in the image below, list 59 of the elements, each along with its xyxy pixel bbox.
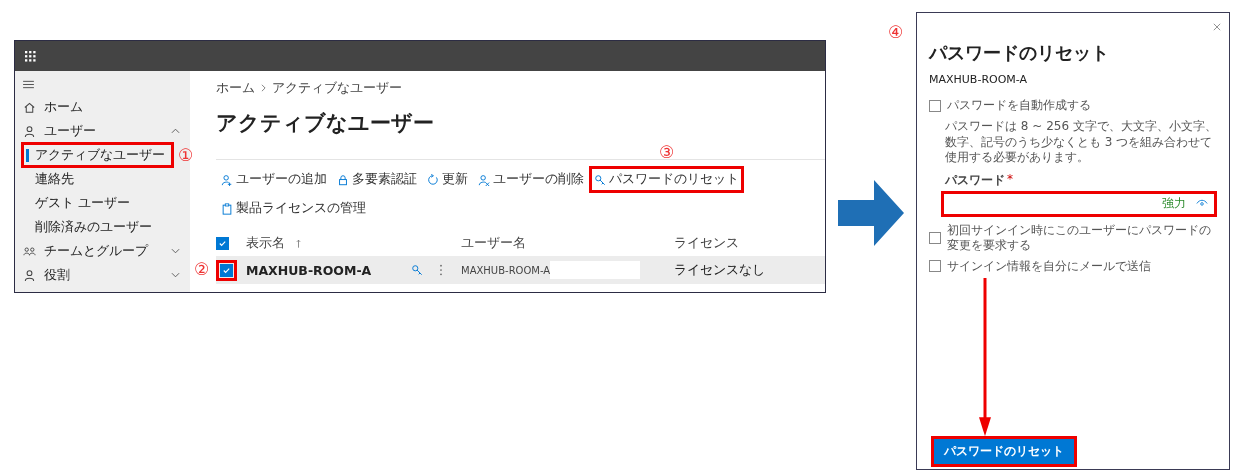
lock-icon xyxy=(337,173,349,186)
required-mark: * xyxy=(1007,171,1013,188)
table-cell-text: ライセンスなし xyxy=(674,261,766,279)
nav-subitem[interactable]: 削除済みのユーザー xyxy=(21,214,161,240)
password-rules-text: パスワードは 8 ~ 256 文字で、大文字、小文字、数字、記号のうち少なくとも 3 つを組み合わせて使用する必要があります。 xyxy=(945,119,1217,166)
checkmark-icon xyxy=(218,238,227,248)
checkbox[interactable] xyxy=(216,236,229,250)
clipboard-icon xyxy=(221,202,233,215)
checkmark-icon xyxy=(222,265,231,275)
checkbox-option[interactable]: パスワードを自動作成する xyxy=(929,98,1217,113)
nav-item[interactable]: 役割 xyxy=(15,263,190,287)
panel-title: パスワードのリセット xyxy=(929,41,1110,65)
password-field[interactable]: 強力 xyxy=(941,190,1217,217)
breadcrumb-link[interactable]: アクティブなユーザー xyxy=(272,79,402,97)
nav-item[interactable]: チームとグループ xyxy=(15,239,190,263)
toolbar-button[interactable]: パスワードのリセット xyxy=(589,166,744,193)
breadcrumb-link[interactable]: ホーム xyxy=(216,79,255,97)
table-cell-text: MAXHUB-ROOM-A xyxy=(246,262,373,278)
more-options-icon[interactable] xyxy=(439,264,443,276)
step-number: ② xyxy=(194,261,210,278)
refresh-icon xyxy=(427,173,439,186)
eye-icon[interactable] xyxy=(1196,199,1208,209)
column-header[interactable]: ユーザー名 xyxy=(461,234,674,252)
person-remove-icon xyxy=(478,173,490,186)
nav-item[interactable]: ホーム xyxy=(15,95,190,119)
key-icon[interactable] xyxy=(411,264,423,276)
reset-password-button[interactable]: パスワードのリセット xyxy=(931,436,1077,467)
checkbox-option[interactable]: サインイン情報を自分にメールで送信 xyxy=(929,258,1217,274)
user-name: MAXHUB-ROOM-A xyxy=(929,73,1029,86)
person-icon xyxy=(23,124,36,138)
field-label: パスワード xyxy=(945,171,1005,189)
checkbox-option[interactable]: 初回サインイン時にこのユーザーにパスワードの変更を要求する xyxy=(929,222,1217,253)
person-add-icon xyxy=(221,173,233,186)
app-launcher-icon[interactable] xyxy=(25,50,36,62)
nav-subitem[interactable]: 連絡先 xyxy=(21,166,83,192)
menu-icon[interactable] xyxy=(23,80,34,89)
person-icon xyxy=(23,268,36,282)
chevron-up-icon[interactable] xyxy=(171,128,180,134)
step-number: ① xyxy=(178,146,194,164)
strength-label: 強力 xyxy=(1162,195,1186,213)
step-number: ③ xyxy=(658,144,675,161)
key-icon xyxy=(594,173,606,186)
close-icon[interactable] xyxy=(1213,23,1221,31)
chevron-down-icon[interactable] xyxy=(171,272,180,278)
nav-item[interactable]: ユーザー xyxy=(15,119,190,143)
column-header[interactable]: 表示名 xyxy=(246,234,411,252)
home-icon xyxy=(23,100,36,114)
right-arrow xyxy=(838,180,904,246)
step-number: ④ xyxy=(888,24,904,41)
chevron-down-icon[interactable] xyxy=(171,248,180,254)
table-row[interactable]: MAXHUB-ROOM-A MAXHUB-ROOM-A ライセンスなし xyxy=(216,256,825,284)
nav-subitem[interactable]: ゲスト ユーザー xyxy=(21,190,140,216)
page-title: アクティブなユーザー xyxy=(216,110,434,137)
checkbox[interactable] xyxy=(220,263,233,277)
table-cell: MAXHUB-ROOM-A xyxy=(461,261,674,279)
nav-subitem[interactable]: アクティブなユーザー xyxy=(21,142,174,168)
chevron-right-icon xyxy=(261,84,266,92)
people-icon xyxy=(23,244,36,258)
column-header[interactable]: ライセンス xyxy=(674,234,825,252)
